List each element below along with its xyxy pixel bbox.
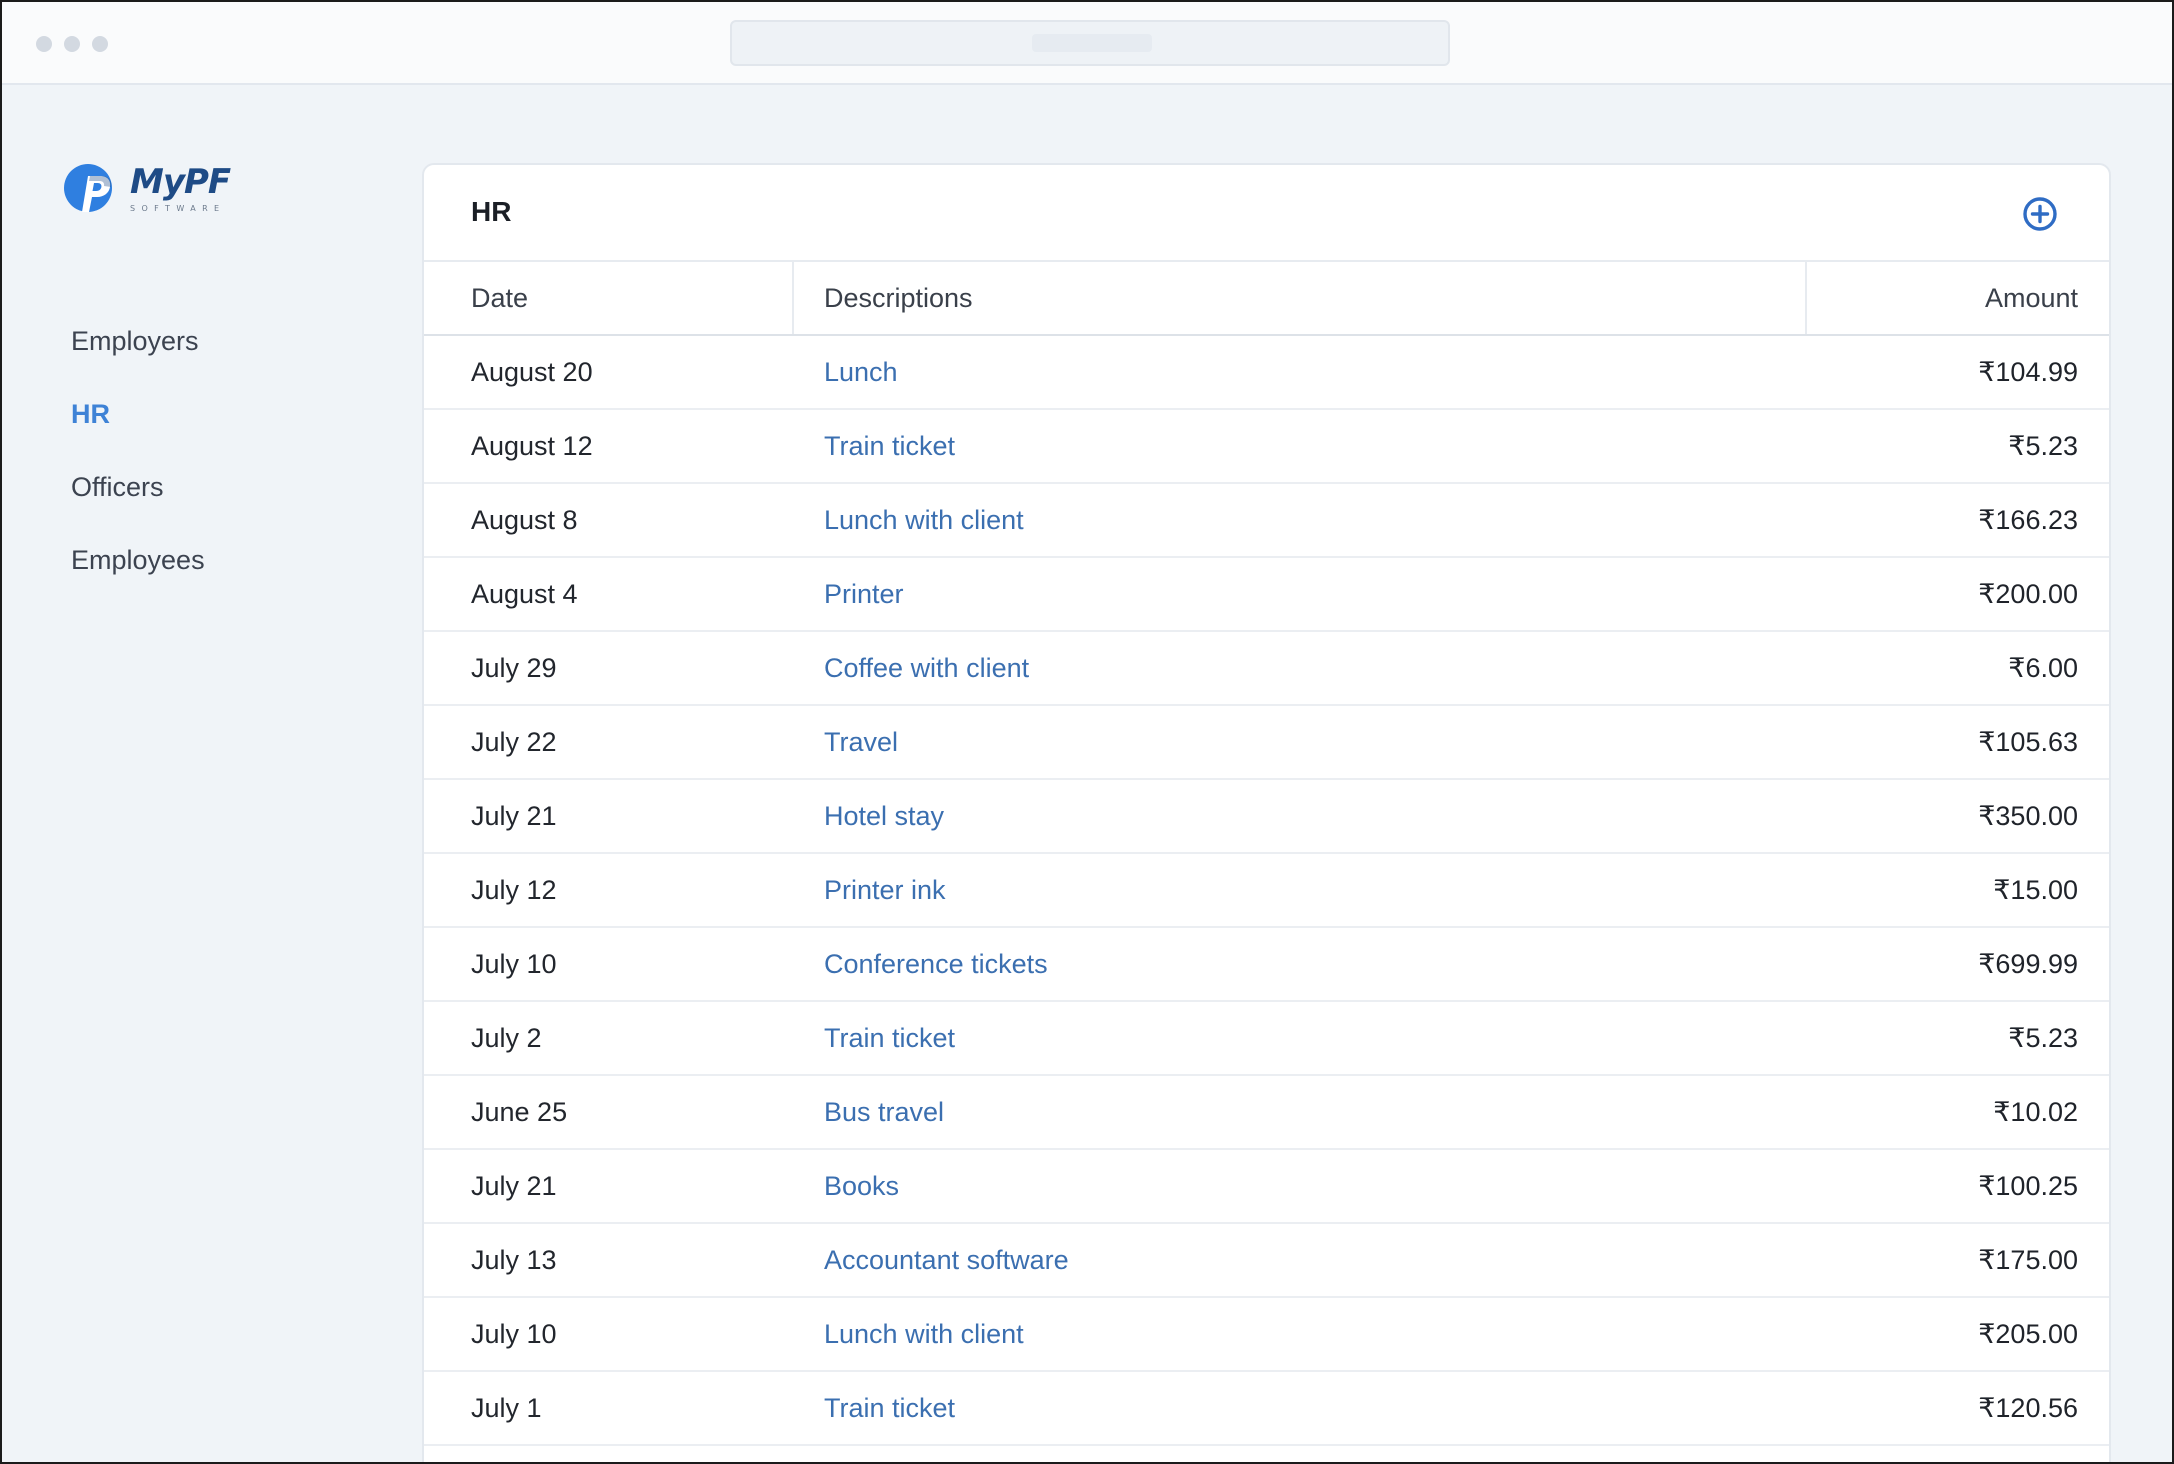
row-description-link[interactable]: Conference tickets [824, 928, 1048, 1000]
column-header-amount[interactable]: Amount [1985, 262, 2078, 334]
row-description-link[interactable]: Lunch with client [824, 1298, 1024, 1370]
browser-window: MyPF SOFTWARE Employers HR Officers Empl… [0, 0, 2174, 1464]
row-amount: ₹6.00 [2008, 653, 2078, 683]
row-description-link[interactable]: Travel [824, 706, 898, 778]
row-amount: ₹205.00 [1978, 1319, 2078, 1349]
address-bar[interactable] [730, 20, 1450, 66]
row-date: August 20 [471, 357, 593, 387]
row-description-link[interactable]: Printer [824, 558, 904, 630]
row-date: July 13 [471, 1245, 557, 1275]
brand-logo[interactable]: MyPF SOFTWARE [64, 160, 234, 220]
table-row[interactable]: August 12 Train ticket ₹5.23 [424, 410, 2109, 484]
brand-name: MyPF [130, 162, 231, 202]
table-row[interactable]: July 13 Accountant software ₹175.00 [424, 1224, 2109, 1298]
row-date: July 21 [471, 801, 557, 831]
plus-circle-icon[interactable] [2021, 195, 2059, 233]
table-row[interactable]: July 1 Train ticket ₹120.56 [424, 1372, 2109, 1446]
table-row[interactable]: July 21 Books ₹100.25 [424, 1150, 2109, 1224]
row-amount: ₹100.25 [1978, 1171, 2078, 1201]
table-row[interactable]: June 25 Bus travel ₹10.02 [424, 1076, 2109, 1150]
row-amount: ₹15.00 [1993, 875, 2078, 905]
row-amount: ₹5.23 [2008, 431, 2078, 461]
column-header-date[interactable]: Date [471, 262, 528, 334]
window-minimize-dot[interactable] [64, 36, 80, 52]
row-description-link[interactable]: Books [824, 1150, 899, 1222]
row-amount: ₹105.63 [1978, 727, 2078, 757]
row-description-link[interactable]: Printer ink [824, 854, 946, 926]
table-body: August 20 Lunch ₹104.99 August 12 Train tick… [424, 336, 2109, 1446]
sidebar-item-employees[interactable]: Employees [71, 537, 205, 610]
row-description-link[interactable]: Train ticket [824, 1372, 955, 1444]
table-row[interactable]: July 2 Train ticket ₹5.23 [424, 1002, 2109, 1076]
row-date: July 10 [471, 949, 557, 979]
row-amount: ₹699.99 [1978, 949, 2078, 979]
row-amount: ₹175.00 [1978, 1245, 2078, 1275]
sidebar-nav: Employers HR Officers Employees [71, 318, 205, 610]
row-date: July 10 [471, 1319, 557, 1349]
brand-tagline: SOFTWARE [130, 204, 226, 213]
table-row[interactable]: August 8 Lunch with client ₹166.23 [424, 484, 2109, 558]
row-date: July 2 [471, 1023, 542, 1053]
row-amount: ₹166.23 [1978, 505, 2078, 535]
row-description-link[interactable]: Coffee with client [824, 632, 1029, 704]
row-amount: ₹350.00 [1978, 801, 2078, 831]
column-divider [1805, 262, 1807, 334]
row-amount: ₹120.56 [1978, 1393, 2078, 1423]
card-header: HR [424, 165, 2109, 262]
row-amount: ₹200.00 [1978, 579, 2078, 609]
table-row[interactable]: July 21 Hotel stay ₹350.00 [424, 780, 2109, 854]
table-row[interactable]: July 10 Conference tickets ₹699.99 [424, 928, 2109, 1002]
row-date: July 22 [471, 727, 557, 757]
row-date: June 25 [471, 1097, 568, 1127]
column-header-description[interactable]: Descriptions [824, 262, 973, 334]
address-bar-placeholder [1032, 34, 1152, 52]
table-row[interactable]: August 4 Printer ₹200.00 [424, 558, 2109, 632]
row-amount: ₹10.02 [1993, 1097, 2078, 1127]
row-amount: ₹104.99 [1978, 357, 2078, 387]
row-description-link[interactable]: Accountant software [824, 1224, 1069, 1296]
row-description-link[interactable]: Train ticket [824, 1002, 955, 1074]
row-description-link[interactable]: Bus travel [824, 1076, 944, 1148]
row-date: August 4 [471, 579, 578, 609]
row-description-link[interactable]: Lunch with client [824, 484, 1024, 556]
table-row[interactable]: July 10 Lunch with client ₹205.00 [424, 1298, 2109, 1372]
table-header: Date Descriptions Amount [424, 262, 2109, 336]
sidebar-item-officers[interactable]: Officers [71, 464, 205, 537]
row-date: August 8 [471, 505, 578, 535]
row-amount: ₹5.23 [2008, 1023, 2078, 1053]
window-maximize-dot[interactable] [92, 36, 108, 52]
row-date: July 12 [471, 875, 557, 905]
page-title: HR [471, 196, 512, 227]
table-row[interactable]: July 22 Travel ₹105.63 [424, 706, 2109, 780]
sidebar-item-hr[interactable]: HR [71, 391, 205, 464]
row-date: August 12 [471, 431, 593, 461]
row-description-link[interactable]: Train ticket [824, 410, 955, 482]
table-row[interactable]: July 29 Coffee with client ₹6.00 [424, 632, 2109, 706]
row-date: July 1 [471, 1393, 542, 1423]
brand-logo-icon [64, 164, 112, 212]
sidebar-item-employers[interactable]: Employers [71, 318, 205, 391]
window-close-dot[interactable] [36, 36, 52, 52]
row-description-link[interactable]: Lunch [824, 336, 898, 408]
table-row[interactable]: July 12 Printer ink ₹15.00 [424, 854, 2109, 928]
row-date: July 29 [471, 653, 557, 683]
browser-titlebar [2, 2, 2172, 85]
column-divider [792, 262, 794, 334]
expenses-card: HR Date Descriptions Amount August 20 Lun… [422, 163, 2111, 1462]
table-row[interactable]: August 20 Lunch ₹104.99 [424, 336, 2109, 410]
row-description-link[interactable]: Hotel stay [824, 780, 944, 852]
row-date: July 21 [471, 1171, 557, 1201]
